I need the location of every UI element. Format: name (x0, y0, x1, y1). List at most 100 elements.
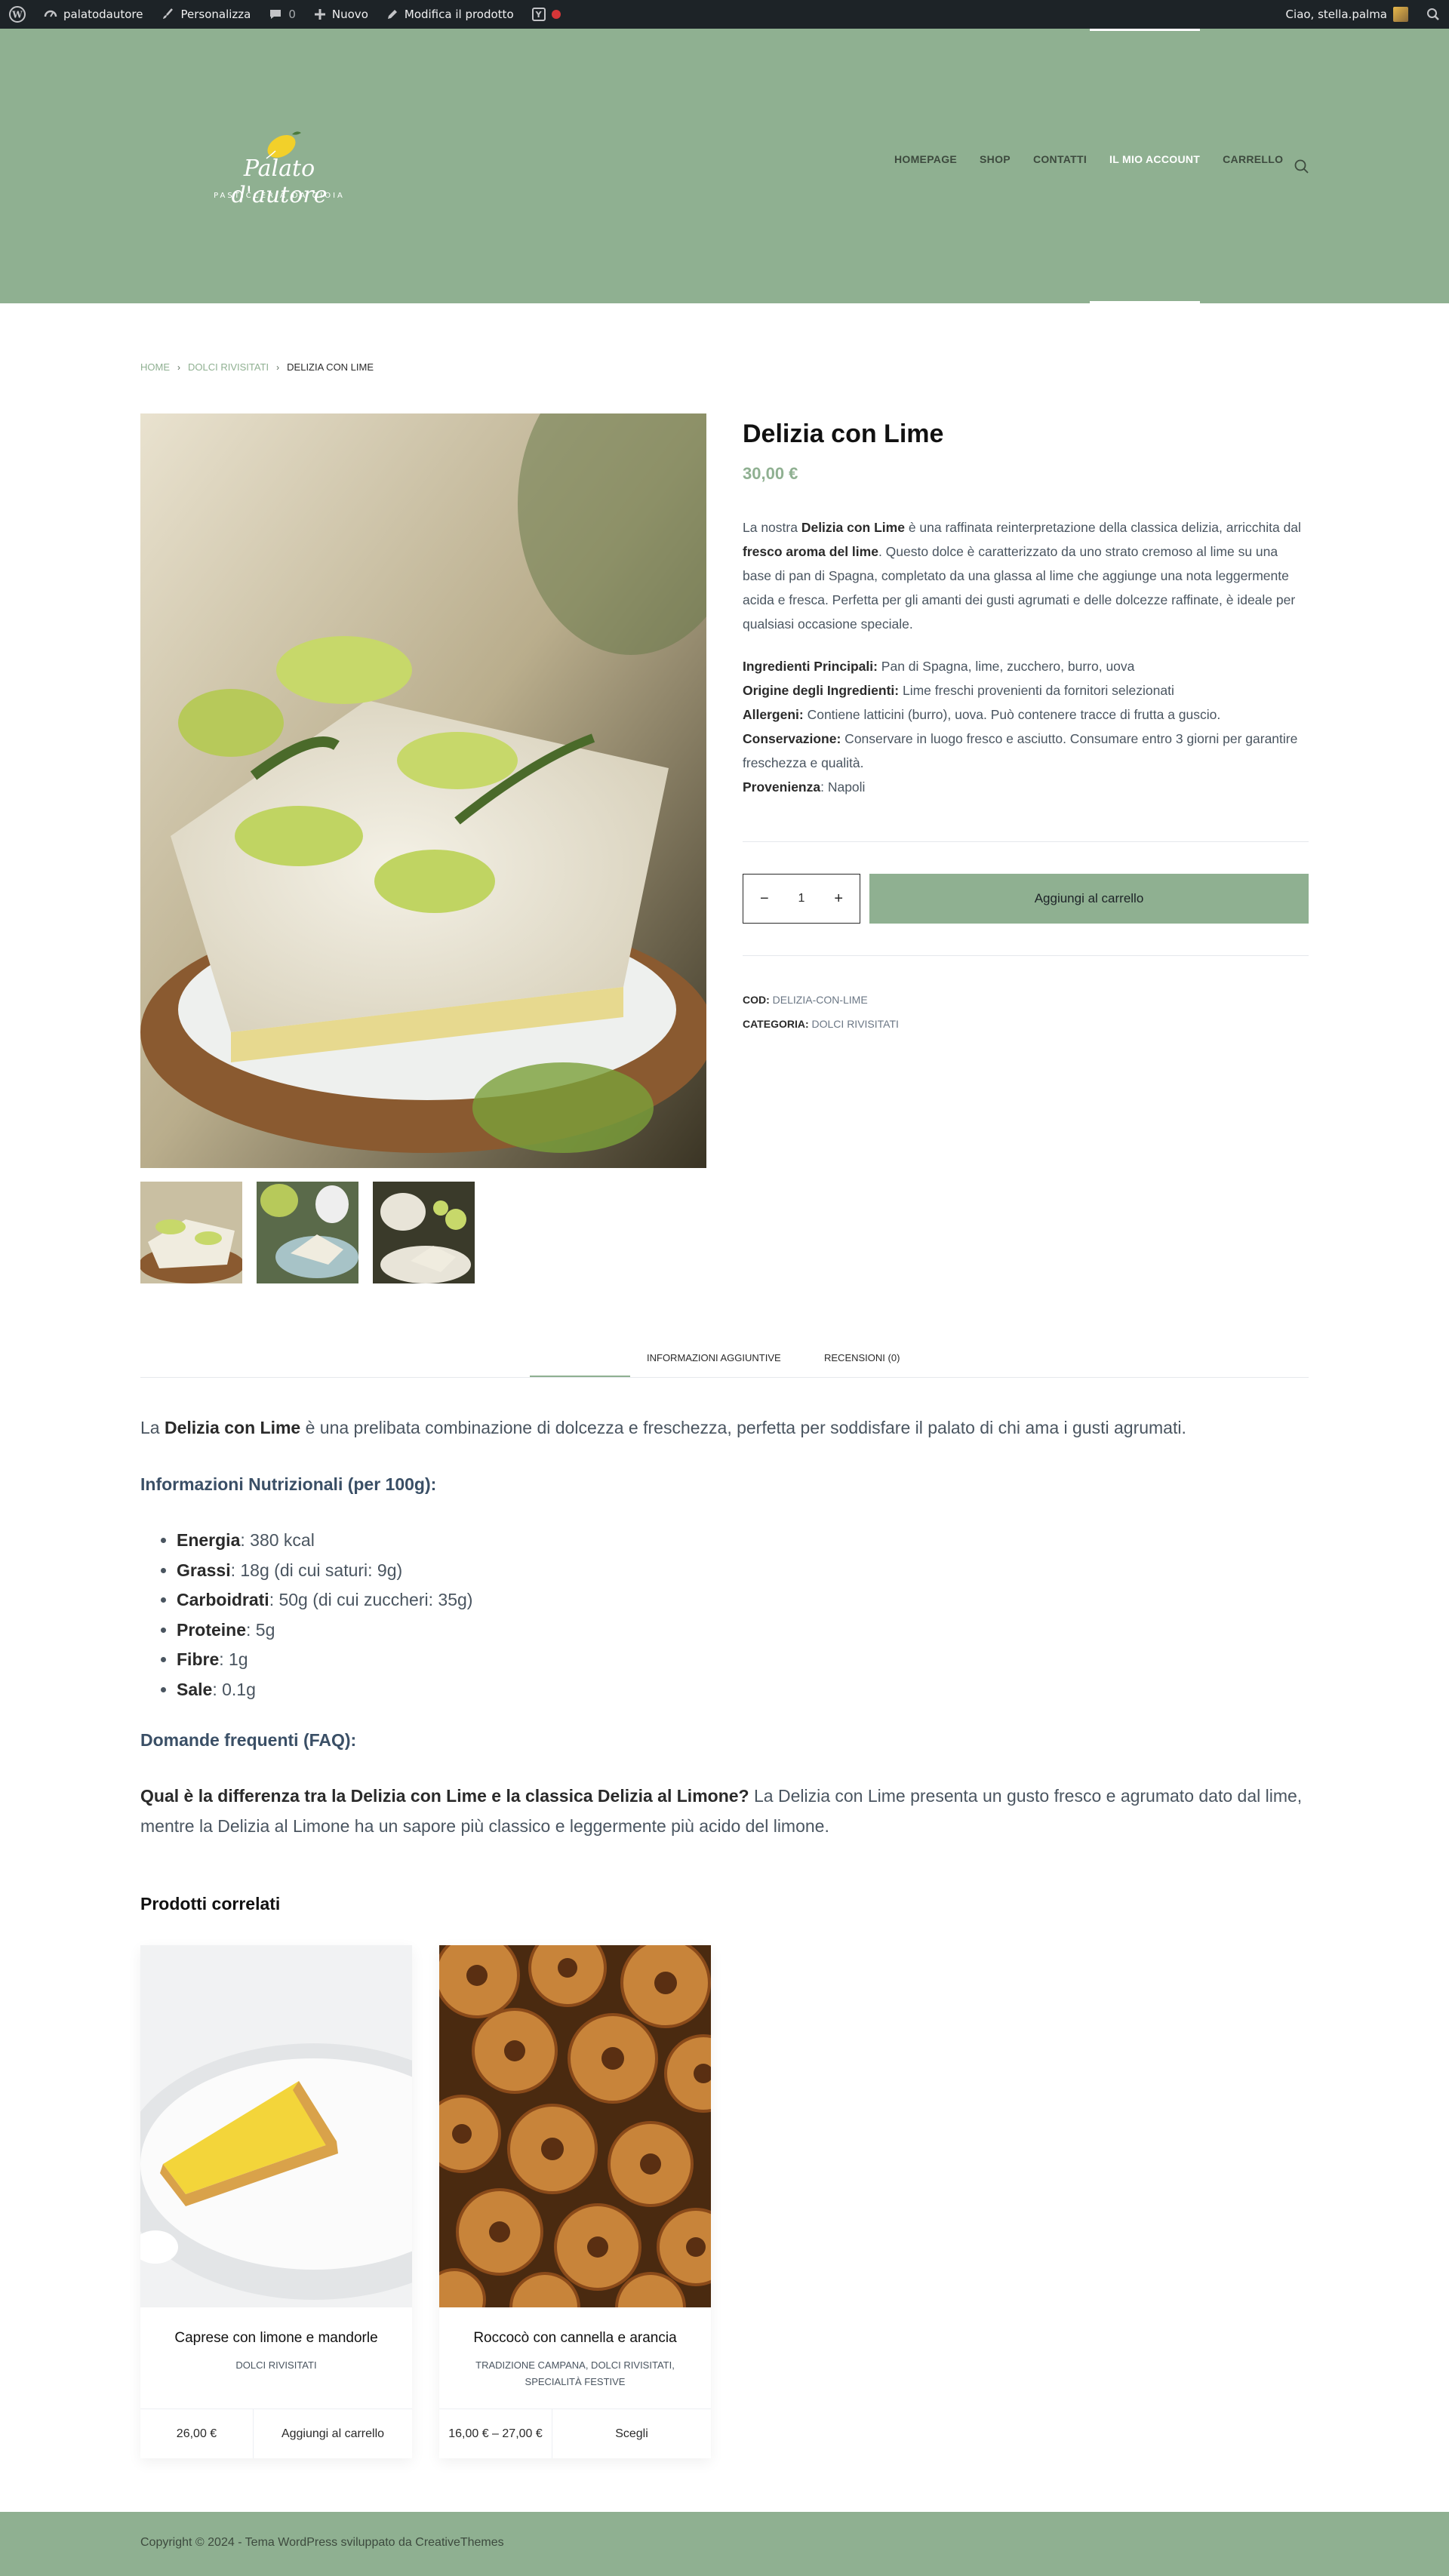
thumbnail-1[interactable] (140, 1182, 242, 1283)
admin-greeting: Ciao, stella.palma (1285, 8, 1387, 21)
logo-subtitle: PASTICCERIA DA GIOIA (214, 192, 345, 200)
list-item: Fibre: 1g (177, 1645, 1309, 1675)
related-product-footer: 26,00 € Aggiungi al carrello (140, 2408, 412, 2458)
plus-icon[interactable]: + (834, 890, 843, 908)
header-search-icon[interactable] (1294, 158, 1310, 175)
comment-icon (270, 10, 281, 19)
admin-comments-count: 0 (288, 8, 296, 21)
breadcrumb-category[interactable]: DOLCI RIVISITATI (188, 361, 269, 373)
admin-comments-link[interactable]: 0 (260, 0, 305, 29)
chevron-right-icon: › (276, 361, 280, 373)
seo-status-dot (551, 10, 561, 19)
admin-site-link[interactable]: palatodautore (35, 0, 152, 29)
nutrition-heading: Informazioni Nutrizionali (per 100g): (140, 1474, 437, 1494)
breadcrumb: HOME › DOLCI RIVISITATI › DELIZIA CON LI… (140, 361, 374, 373)
related-product-name[interactable]: Caprese con limone e mandorle (140, 2330, 412, 2347)
nav-item-cart[interactable]: CARRELLO (1211, 153, 1294, 165)
spec-row: Origine degli Ingredienti: Lime freschi … (743, 683, 1174, 698)
quantity-stepper: − 1 + (743, 874, 860, 924)
product-meta: COD: DELIZIA-CON-LIME CATEGORIA: DOLCI R… (743, 988, 899, 1036)
tab-reviews[interactable]: RECENSIONI (0) (824, 1352, 900, 1363)
minus-icon[interactable]: − (760, 890, 769, 908)
nav-item-shop[interactable]: SHOP (968, 153, 1022, 165)
svg-text:W: W (11, 10, 23, 20)
copyright-text: Copyright © 2024 - Tema WordPress svilup… (140, 2536, 504, 2549)
sku-value: DELIZIA-CON-LIME (772, 994, 868, 1006)
add-to-cart-button[interactable]: Aggiungi al carrello (254, 2409, 412, 2458)
brush-icon (163, 8, 174, 19)
list-item: Grassi: 18g (di cui saturi: 9g) (177, 1556, 1309, 1586)
search-icon (1427, 8, 1439, 20)
product-price: 30,00 € (743, 464, 798, 483)
admin-customize-link[interactable]: Personalizza (152, 0, 260, 29)
category-row: CATEGORIA: DOLCI RIVISITATI (743, 1018, 899, 1030)
admin-new-link[interactable]: Nuovo (305, 0, 377, 29)
related-product-name[interactable]: Roccocò con cannella e arancia (439, 2330, 711, 2347)
spec-row: Conservazione: Conservare in luogo fresc… (743, 731, 1298, 770)
wordpress-logo-icon[interactable]: W (0, 0, 35, 29)
related-product-image[interactable] (439, 1945, 711, 2307)
admin-bar: W palatodautore Personalizza 0 Nuovo Mod… (0, 0, 1449, 29)
nav-item-homepage[interactable]: HOMEPAGE (883, 153, 968, 165)
pencil-icon (387, 10, 397, 19)
product-main-image[interactable] (140, 413, 706, 1168)
product-short-description: La nostra Delizia con Lime è una raffina… (743, 520, 1301, 632)
list-item: Proteine: 5g (177, 1615, 1309, 1646)
admin-account-link[interactable]: Ciao, stella.palma (1277, 0, 1417, 29)
related-product-price: 26,00 € (140, 2409, 254, 2458)
related-product-category[interactable]: TRADIZIONE CAMPANA, DOLCI RIVISITATI, SP… (439, 2357, 711, 2390)
avatar (1393, 7, 1408, 22)
breadcrumb-home[interactable]: HOME (140, 361, 170, 373)
list-item: Sale: 0.1g (177, 1675, 1309, 1705)
admin-site-name: palatodautore (63, 8, 143, 21)
logo-text: Palato d'autore (231, 155, 328, 208)
main-nav: HOMEPAGE SHOP CONTATTI IL MIO ACCOUNT CA… (883, 153, 1294, 165)
related-products-title: Prodotti correlati (140, 1894, 281, 1914)
admin-seo-link[interactable]: Y (523, 0, 570, 29)
list-item: Carboidrati: 50g (di cui zuccheri: 35g) (177, 1585, 1309, 1615)
related-product-image[interactable] (140, 1945, 412, 2307)
related-product-card: Roccocò con cannella e arancia TRADIZION… (439, 1945, 711, 2458)
plus-icon (314, 9, 325, 20)
quantity-input[interactable]: 1 (798, 892, 805, 905)
site-header: Palato d'autore PASTICCERIA DA GIOIA HOM… (0, 29, 1449, 303)
nav-active-indicator-bottom (1090, 301, 1200, 303)
admin-edit-product-link[interactable]: Modifica il prodotto (377, 0, 523, 29)
intro-paragraph: La Delizia con Lime è una prelibata comb… (140, 1418, 1186, 1437)
site-footer: Copyright © 2024 - Tema WordPress svilup… (0, 2512, 1449, 2576)
product-long-description: La Delizia con Lime è una prelibata comb… (140, 1412, 1309, 1841)
thumbnail-3[interactable] (373, 1182, 475, 1283)
tab-additional-info[interactable]: INFORMAZIONI AGGIUNTIVE (647, 1352, 781, 1363)
chevron-right-icon: › (177, 361, 180, 373)
admin-search-button[interactable] (1417, 0, 1449, 29)
admin-new-label: Nuovo (331, 8, 368, 21)
nav-item-contatti[interactable]: CONTATTI (1022, 153, 1098, 165)
category-link[interactable]: DOLCI RIVISITATI (812, 1018, 899, 1030)
breadcrumb-current: DELIZIA CON LIME (287, 361, 374, 373)
select-options-button[interactable]: Scegli (552, 2409, 711, 2458)
spec-row: Ingredienti Principali: Pan di Spagna, l… (743, 659, 1135, 674)
divider (743, 955, 1309, 956)
spec-row: Provenienza: Napoli (743, 779, 866, 795)
thumbnail-2[interactable] (257, 1182, 358, 1283)
admin-edit-label: Modifica il prodotto (404, 8, 514, 21)
related-product-card: Caprese con limone e mandorle DOLCI RIVI… (140, 1945, 412, 2458)
dashboard-icon (44, 10, 57, 17)
site-logo[interactable]: Palato d'autore PASTICCERIA DA GIOIA (211, 125, 347, 208)
faq-heading: Domande frequenti (FAQ): (140, 1730, 357, 1750)
related-product-footer: 16,00 € – 27,00 € Scegli (439, 2408, 711, 2458)
related-product-category[interactable]: DOLCI RIVISITATI (140, 2357, 412, 2374)
product-title: Delizia con Lime (743, 420, 944, 448)
add-to-cart-button[interactable]: Aggiungi al carrello (869, 874, 1309, 924)
nutrition-list: Energia: 380 kcal Grassi: 18g (di cui sa… (177, 1526, 1309, 1705)
nav-active-indicator-top (1090, 29, 1200, 31)
product-specs: Ingredienti Principali: Pan di Spagna, l… (743, 654, 1309, 799)
nav-item-account[interactable]: IL MIO ACCOUNT (1098, 153, 1211, 165)
tabs-divider (140, 1377, 1309, 1378)
admin-customize-label: Personalizza (180, 8, 251, 21)
list-item: Energia: 380 kcal (177, 1526, 1309, 1556)
divider (743, 841, 1309, 842)
spec-row: Allergeni: Contiene latticini (burro), u… (743, 707, 1221, 722)
sku-row: COD: DELIZIA-CON-LIME (743, 994, 868, 1006)
product-thumbnails (140, 1182, 475, 1283)
